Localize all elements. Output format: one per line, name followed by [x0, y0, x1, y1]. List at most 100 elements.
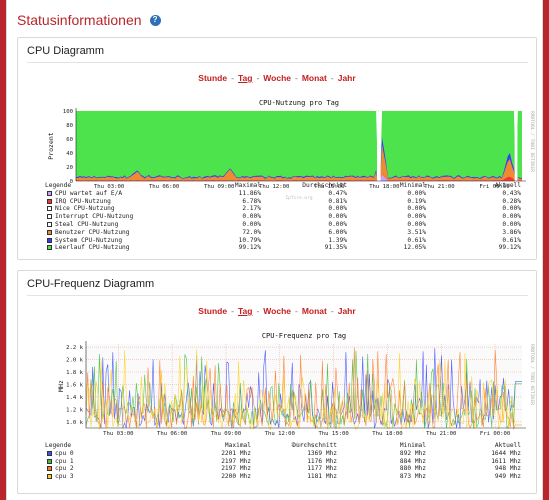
y-axis-label: Prozent — [47, 132, 55, 159]
legend-min: 0.61% — [407, 236, 426, 244]
legend-row: cpu 2 2197 Mhz 1177 Mhz 880 Mhz 948 Mhz — [18, 465, 538, 473]
legend-label: Steal CPU-Nutzung — [55, 221, 119, 228]
legend-label: System CPU-Nutzung — [55, 236, 123, 244]
legend-min: 892 Mhz — [399, 449, 426, 457]
legend-label: Benutzer CPU-Nutzung — [55, 228, 130, 236]
legend-label: IRQ CPU-Nutzung — [55, 197, 111, 205]
legend-swatch — [47, 206, 52, 212]
legend-swatch — [47, 190, 52, 196]
legend-header: Legende Maximal Durchschnitt Minimal Aktuell — [18, 182, 538, 190]
legend-max: 2197 Mhz — [221, 457, 251, 465]
y-tick-label: 60 — [66, 137, 73, 143]
legend-header: Legende Maximal Durchschnitt Minimal Aktuell — [18, 442, 538, 450]
y-tick-label: 1.4 k — [66, 395, 83, 401]
legend-row: cpu 1 2197 Mhz 1176 Mhz 884 Mhz 1611 Mhz — [18, 458, 538, 466]
legend-row: System CPU-Nutzung 10.79% 1.39% 0.61% 0.61% — [18, 237, 538, 245]
legend-swatch — [47, 450, 52, 456]
legend-cur: 0.43% — [502, 189, 521, 197]
help-icon[interactable]: ? — [149, 14, 161, 26]
legend-avg: 91.35% — [324, 244, 347, 252]
legend-cur: 0.00% — [502, 205, 521, 213]
x-tick-label: Fri 00:00 — [480, 431, 510, 437]
legend-avg: 0.00% — [328, 221, 347, 228]
legend-row: Steal CPU-Nutzung 0.00% 0.00% 0.00% 0.00% — [18, 221, 538, 229]
x-tick-label: Thu 09:00 — [211, 431, 241, 437]
legend-cur: 0.61% — [502, 236, 521, 244]
legend-min: 0.00% — [407, 213, 426, 221]
legend-cur: 1644 Mhz — [491, 449, 521, 457]
x-tick-label: Thu 03:00 — [103, 431, 133, 437]
legend-cur: 0.28% — [502, 197, 521, 205]
x-tick-label: Thu 12:00 — [265, 431, 295, 437]
legend-label: cpu 1 — [55, 457, 74, 465]
legend-header-label: Legende — [45, 182, 72, 189]
legend-max: 2200 Mhz — [221, 473, 251, 481]
x-tick-label: Thu 21:00 — [426, 431, 456, 437]
x-tick-label: Thu 06:00 — [157, 431, 187, 437]
cpu-chart-panel: CPU Diagramm Stunde - Tag - Woche - Monat - Jahr… — [17, 37, 537, 260]
legend-max: 0.00% — [242, 221, 261, 228]
legend-max: 72.0% — [242, 228, 261, 236]
legend-avg: 0.00% — [328, 205, 347, 213]
y-tick-label: 100 — [63, 109, 73, 115]
legend-cur: 949 Mhz — [494, 473, 521, 481]
legend-header-max: Maximal — [224, 442, 251, 449]
legend-header-cur: Aktuell — [494, 182, 521, 189]
chart-title: CPU-Nutzung pro Tag — [259, 99, 339, 107]
legend-header-cur: Aktuell — [494, 442, 521, 449]
legend-min: 0.19% — [407, 197, 426, 205]
legend-row: cpu 3 2200 Mhz 1181 Mhz 873 Mhz 949 Mhz — [18, 473, 538, 481]
legend-max: 2201 Mhz — [221, 449, 251, 457]
legend-row: CPU wartet auf E/A 11.86% 0.47% 0.00% 0.43% — [18, 190, 538, 198]
side-label: RRDTOOL / TOBI OETIKER — [529, 344, 535, 405]
legend-avg: 0.81% — [328, 197, 347, 205]
legend-max: 10.79% — [238, 236, 261, 244]
legend-max: 2197 Mhz — [221, 465, 251, 473]
legend-cur: 3.86% — [502, 228, 521, 236]
y-tick-label: 1.6 k — [66, 382, 83, 388]
legend-label: cpu 3 — [55, 473, 74, 481]
legend-cur: 0.00% — [502, 213, 521, 221]
legend-row: Interrupt CPU-Nutzung 0.00% 0.00% 0.00% 0.00… — [18, 213, 538, 221]
legend-swatch — [47, 474, 52, 480]
legend-min: 880 Mhz — [399, 465, 426, 473]
legend-max: 99.12% — [238, 244, 261, 252]
legend-label: CPU wartet auf E/A — [55, 189, 123, 197]
data-gap — [377, 111, 381, 181]
y-tick-label: 2.0 k — [66, 358, 83, 364]
legend-cur: 948 Mhz — [494, 465, 521, 473]
legend-label: Interrupt CPU-Nutzung — [55, 213, 134, 221]
legend-max: 6.78% — [242, 197, 261, 205]
y-axis-label: MHz — [57, 380, 65, 392]
legend-header-max: Maximal — [234, 182, 261, 189]
x-tick-label: Thu 18:00 — [372, 431, 402, 437]
legend-row: Leerlauf CPU-Nutzung 99.12% 91.35% 12.05% 99… — [18, 244, 538, 252]
y-tick-label: 1.0 k — [66, 420, 83, 426]
legend-header-min: Minimal — [399, 182, 426, 189]
legend-row: IRQ CPU-Nutzung 6.78% 0.81% 0.19% 0.28% — [18, 198, 538, 206]
legend-row: cpu 0 2201 Mhz 1369 Mhz 892 Mhz 1644 Mhz — [18, 450, 538, 458]
page-header: Statusinformationen ? — [17, 10, 161, 30]
legend-avg: 0.00% — [328, 213, 347, 221]
legend-avg: 1369 Mhz — [307, 449, 337, 457]
legend-swatch — [47, 237, 52, 243]
legend-label: Nice CPU-Nutzung — [55, 205, 115, 213]
legend-max: 2.17% — [242, 205, 261, 213]
legend-swatch — [47, 214, 52, 220]
legend-swatch — [47, 458, 52, 464]
legend-cur: 99.12% — [498, 244, 521, 252]
legend-cur: 0.00% — [502, 221, 521, 228]
legend-avg: 1.39% — [328, 236, 347, 244]
side-label: RRDTOOL / TOBI OETIKER — [529, 111, 535, 172]
y-tick-label: 2.2 k — [66, 345, 83, 351]
legend-swatch — [47, 245, 52, 251]
legend-min: 0.00% — [407, 189, 426, 197]
data-gap — [514, 111, 518, 181]
legend-swatch — [47, 466, 52, 472]
legend-min: 3.51% — [407, 228, 426, 236]
y-tick-label: 1.8 k — [66, 370, 83, 376]
legend-min: 0.00% — [407, 221, 426, 228]
legend-avg: 1177 Mhz — [307, 465, 337, 473]
legend-header-avg: Durchschnitt — [302, 182, 347, 189]
legend-min: 0.00% — [407, 205, 426, 213]
